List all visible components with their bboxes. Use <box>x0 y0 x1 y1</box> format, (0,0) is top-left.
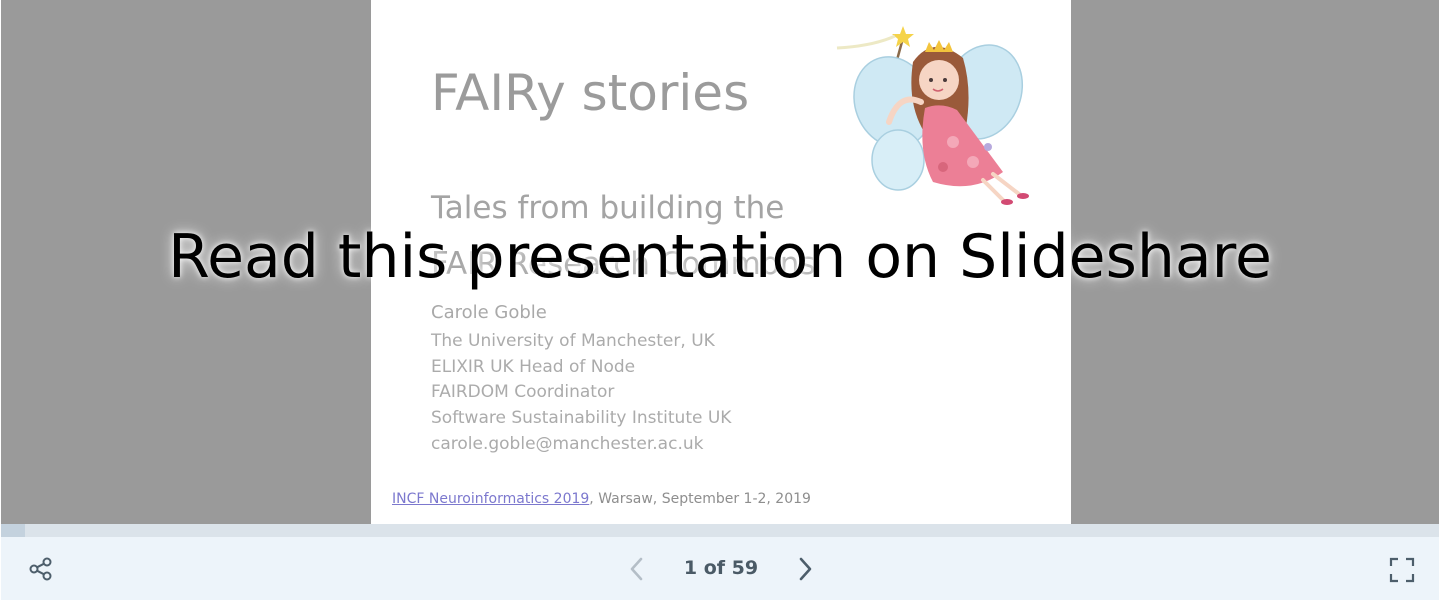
conference-link[interactable]: INCF Neuroinformatics 2019 <box>392 491 589 507</box>
share-icon <box>29 557 52 581</box>
chevron-left-icon <box>630 557 643 581</box>
conference-details: , Warsaw, September 1-2, 2019 <box>589 491 811 507</box>
slide-affiliations: The University of Manchester, UK ELIXIR … <box>431 329 731 458</box>
fairy-illustration <box>836 26 1029 205</box>
read-on-slideshare-overlay[interactable]: Read this presentation on Slideshare <box>0 222 1440 292</box>
fullscreen-button[interactable] <box>1385 553 1419 587</box>
fullscreen-icon <box>1389 557 1415 583</box>
next-slide-button[interactable] <box>789 553 821 585</box>
slide-footer: INCF Neuroinformatics 2019, Warsaw, Sept… <box>392 491 811 507</box>
slide-title: FAIRy stories <box>431 64 750 122</box>
affiliation-line: The University of Manchester, UK <box>431 331 715 351</box>
slide-author: Carole Goble <box>431 302 547 323</box>
progress-bar[interactable] <box>1 524 1439 537</box>
chevron-right-icon <box>799 557 812 581</box>
slide-counter: 1 of 59 <box>683 557 759 579</box>
viewer-toolbar: 1 of 59 <box>1 537 1439 600</box>
previous-slide-button[interactable] <box>621 553 653 585</box>
slideshare-viewer: FAIRy stories Tales from building the FA… <box>0 0 1440 600</box>
author-email: carole.goble@manchester.ac.uk <box>431 433 704 454</box>
affiliation-line: Software Sustainability Institute UK <box>431 408 732 429</box>
affiliation-line: FAIRDOM Coordinator <box>431 382 615 403</box>
affiliation-line: ELIXIR UK Head of Node <box>431 356 636 377</box>
share-button[interactable] <box>25 553 57 585</box>
progress-fill <box>1 524 26 537</box>
